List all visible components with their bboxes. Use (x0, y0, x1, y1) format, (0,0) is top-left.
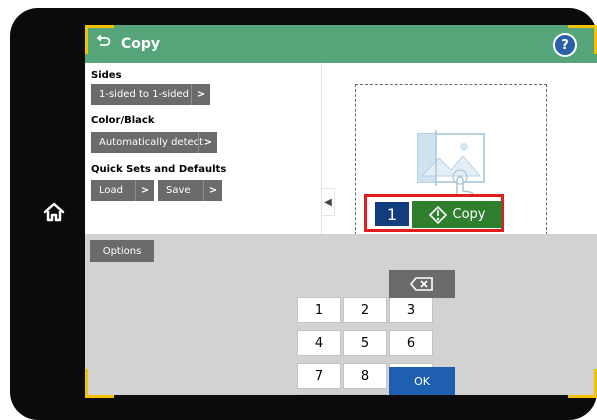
corner-marker-bottom-right (568, 369, 597, 398)
save-label: Save (166, 185, 191, 196)
load-label: Load (99, 185, 123, 196)
backspace-icon (410, 277, 433, 291)
corner-marker-top-left (85, 25, 114, 54)
chevron-right-icon: > (198, 132, 217, 153)
bottom-bar: Options (85, 234, 597, 395)
start-diamond-icon (428, 205, 447, 224)
save-button[interactable]: Save > (158, 180, 222, 201)
keypad-key-0[interactable]: 0 (297, 394, 387, 395)
keypad-key-2[interactable]: 2 (343, 297, 387, 323)
keypad-key-1[interactable]: 1 (297, 297, 341, 323)
backspace-button[interactable] (389, 270, 455, 298)
color-button[interactable]: Automatically detect > (91, 132, 217, 153)
keypad-key-4[interactable]: 4 (297, 330, 341, 356)
options-button[interactable]: Options (90, 240, 154, 262)
load-button[interactable]: Load > (91, 180, 154, 201)
corner-marker-bottom-left (85, 369, 114, 398)
top-bar: Copy ? (85, 25, 597, 63)
keypad-key-3[interactable]: 3 (389, 297, 433, 323)
page-title: Copy (121, 36, 161, 52)
sides-label: Sides (91, 70, 122, 81)
caret-left-icon: ◀ (324, 196, 332, 208)
color-value: Automatically detect (99, 137, 204, 148)
copy-action-highlight: 1 Copy (364, 194, 504, 232)
keypad-key-8[interactable]: 8 (343, 363, 387, 389)
copy-screen: Copy ? Sides 1-sided to 1-sided > Color/… (85, 25, 597, 395)
color-label: Color/Black (91, 115, 155, 126)
copy-button[interactable]: Copy (412, 201, 502, 228)
quick-sets-label: Quick Sets and Defaults (91, 164, 227, 175)
sides-value: 1-sided to 1-sided (99, 89, 190, 100)
keypad-key-6[interactable]: 6 (389, 330, 433, 356)
chevron-right-icon: > (191, 84, 210, 105)
settings-panel: Sides 1-sided to 1-sided > Color/Black A… (85, 63, 321, 234)
collapse-preview-button[interactable]: ◀ (321, 188, 335, 216)
corner-marker-top-right (568, 25, 597, 54)
home-button[interactable] (40, 198, 68, 226)
chevron-right-icon: > (203, 180, 222, 201)
device: Copy ? Sides 1-sided to 1-sided > Color/… (0, 0, 597, 420)
ok-button[interactable]: OK (389, 367, 455, 395)
copies-count-field[interactable]: 1 (375, 202, 409, 226)
keypad-key-7[interactable]: 7 (297, 363, 341, 389)
chevron-right-icon: > (135, 180, 154, 201)
home-icon (43, 202, 65, 222)
copy-button-label: Copy (452, 207, 486, 222)
keypad-key-5[interactable]: 5 (343, 330, 387, 356)
sides-button[interactable]: 1-sided to 1-sided > (91, 84, 210, 105)
